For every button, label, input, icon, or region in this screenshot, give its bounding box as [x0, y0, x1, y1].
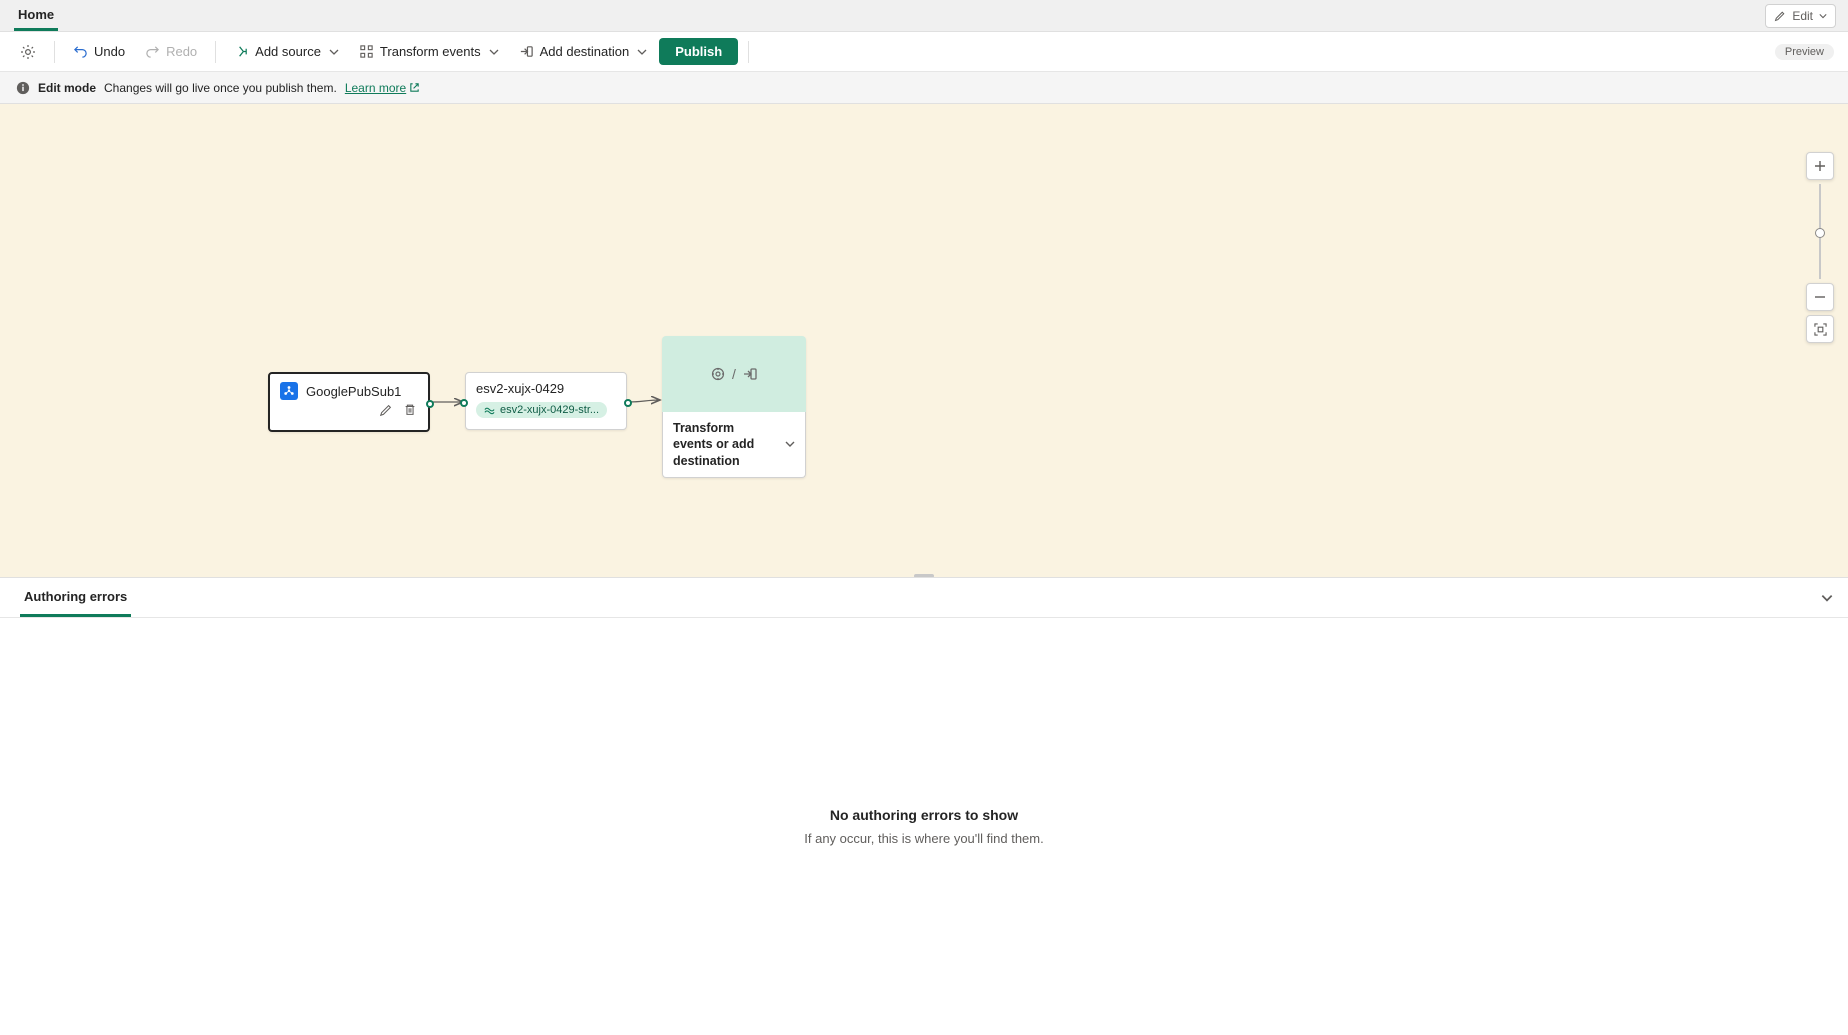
edit-dropdown[interactable]: Edit [1765, 4, 1836, 28]
node-stream[interactable]: esv2-xujx-0429 esv2-xujx-0429-str... [465, 372, 627, 430]
bottom-panel: Authoring errors No authoring errors to … [0, 577, 1848, 1035]
destination-icon [742, 366, 758, 382]
minus-icon [1814, 291, 1826, 303]
banner-mode: Edit mode [38, 81, 96, 95]
node-input-port[interactable] [460, 399, 468, 407]
panel-tabs: Authoring errors [0, 578, 1848, 618]
plus-icon [1814, 160, 1826, 172]
stream-icon [484, 405, 495, 416]
settings-button[interactable] [12, 40, 44, 64]
destination-icon [519, 44, 534, 59]
tab-authoring-errors[interactable]: Authoring errors [20, 578, 131, 617]
banner-message: Changes will go live once you publish th… [104, 81, 337, 95]
source-node-label: GooglePubSub1 [306, 384, 401, 399]
undo-label: Undo [94, 44, 125, 59]
chevron-down-icon [1820, 591, 1834, 605]
placeholder-label: Transform events or add destination [673, 420, 777, 469]
delete-node-button[interactable] [402, 402, 418, 418]
source-icon [234, 44, 249, 59]
zoom-slider-track[interactable] [1819, 184, 1821, 279]
publish-button[interactable]: Publish [659, 38, 738, 65]
transform-icon [359, 44, 374, 59]
edit-label: Edit [1792, 9, 1813, 23]
zoom-control [1806, 152, 1834, 343]
top-tabbar: Home Edit [0, 0, 1848, 32]
chevron-down-icon [489, 47, 499, 57]
redo-button: Redo [137, 40, 205, 63]
zoom-out-button[interactable] [1806, 283, 1834, 311]
empty-state-subtitle: If any occur, this is where you'll find … [804, 831, 1043, 846]
stream-chip-label: esv2-xujx-0429-str... [500, 404, 599, 416]
edit-mode-banner: Edit mode Changes will go live once you … [0, 72, 1848, 104]
node-output-port[interactable] [624, 399, 632, 407]
toolbar-divider [54, 41, 55, 63]
edit-node-button[interactable] [378, 402, 394, 418]
gcp-pubsub-icon [280, 382, 298, 400]
chevron-down-icon [1819, 12, 1827, 20]
toolbar-divider [215, 41, 216, 63]
info-icon [16, 81, 30, 95]
add-source-button[interactable]: Add source [226, 40, 347, 63]
zoom-slider-thumb[interactable] [1815, 228, 1825, 238]
transform-label: Transform events [380, 44, 481, 59]
chevron-down-icon [785, 439, 795, 449]
toolbar-divider [748, 41, 749, 63]
trash-icon [403, 403, 417, 417]
placeholder-dropdown[interactable]: Transform events or add destination [662, 412, 806, 478]
fit-icon [1814, 323, 1827, 336]
redo-icon [145, 44, 160, 59]
preview-badge: Preview [1775, 44, 1834, 60]
node-source[interactable]: GooglePubSub1 [268, 372, 430, 432]
add-destination-button[interactable]: Add destination [511, 40, 656, 63]
pencil-icon [1774, 10, 1786, 22]
panel-body: No authoring errors to show If any occur… [0, 618, 1848, 1035]
pencil-icon [379, 403, 393, 417]
gear-icon [20, 44, 36, 60]
stream-chip[interactable]: esv2-xujx-0429-str... [476, 402, 607, 418]
toolbar: Undo Redo Add source Transform events Ad… [0, 32, 1848, 72]
zoom-in-button[interactable] [1806, 152, 1834, 180]
node-placeholder[interactable]: / Transform events or add destination [662, 336, 806, 478]
transform-icon [710, 366, 726, 382]
stream-node-title: esv2-xujx-0429 [476, 381, 616, 396]
learn-more-link[interactable]: Learn more [345, 81, 420, 95]
undo-icon [73, 44, 88, 59]
external-link-icon [409, 82, 420, 93]
flow-canvas[interactable]: GooglePubSub1 esv2-xujx-0429 esv2-xujx-0… [0, 104, 1848, 577]
empty-state-title: No authoring errors to show [830, 807, 1018, 823]
collapse-panel-button[interactable] [1820, 591, 1834, 605]
tab-home[interactable]: Home [14, 0, 58, 31]
add-source-label: Add source [255, 44, 321, 59]
learn-more-label: Learn more [345, 81, 406, 95]
add-destination-label: Add destination [540, 44, 630, 59]
chevron-down-icon [329, 47, 339, 57]
chevron-down-icon [637, 47, 647, 57]
undo-button[interactable]: Undo [65, 40, 133, 63]
transform-events-button[interactable]: Transform events [351, 40, 507, 63]
node-output-port[interactable] [426, 400, 434, 408]
panel-resize-handle[interactable] [914, 574, 934, 577]
redo-label: Redo [166, 44, 197, 59]
fit-view-button[interactable] [1806, 315, 1834, 343]
